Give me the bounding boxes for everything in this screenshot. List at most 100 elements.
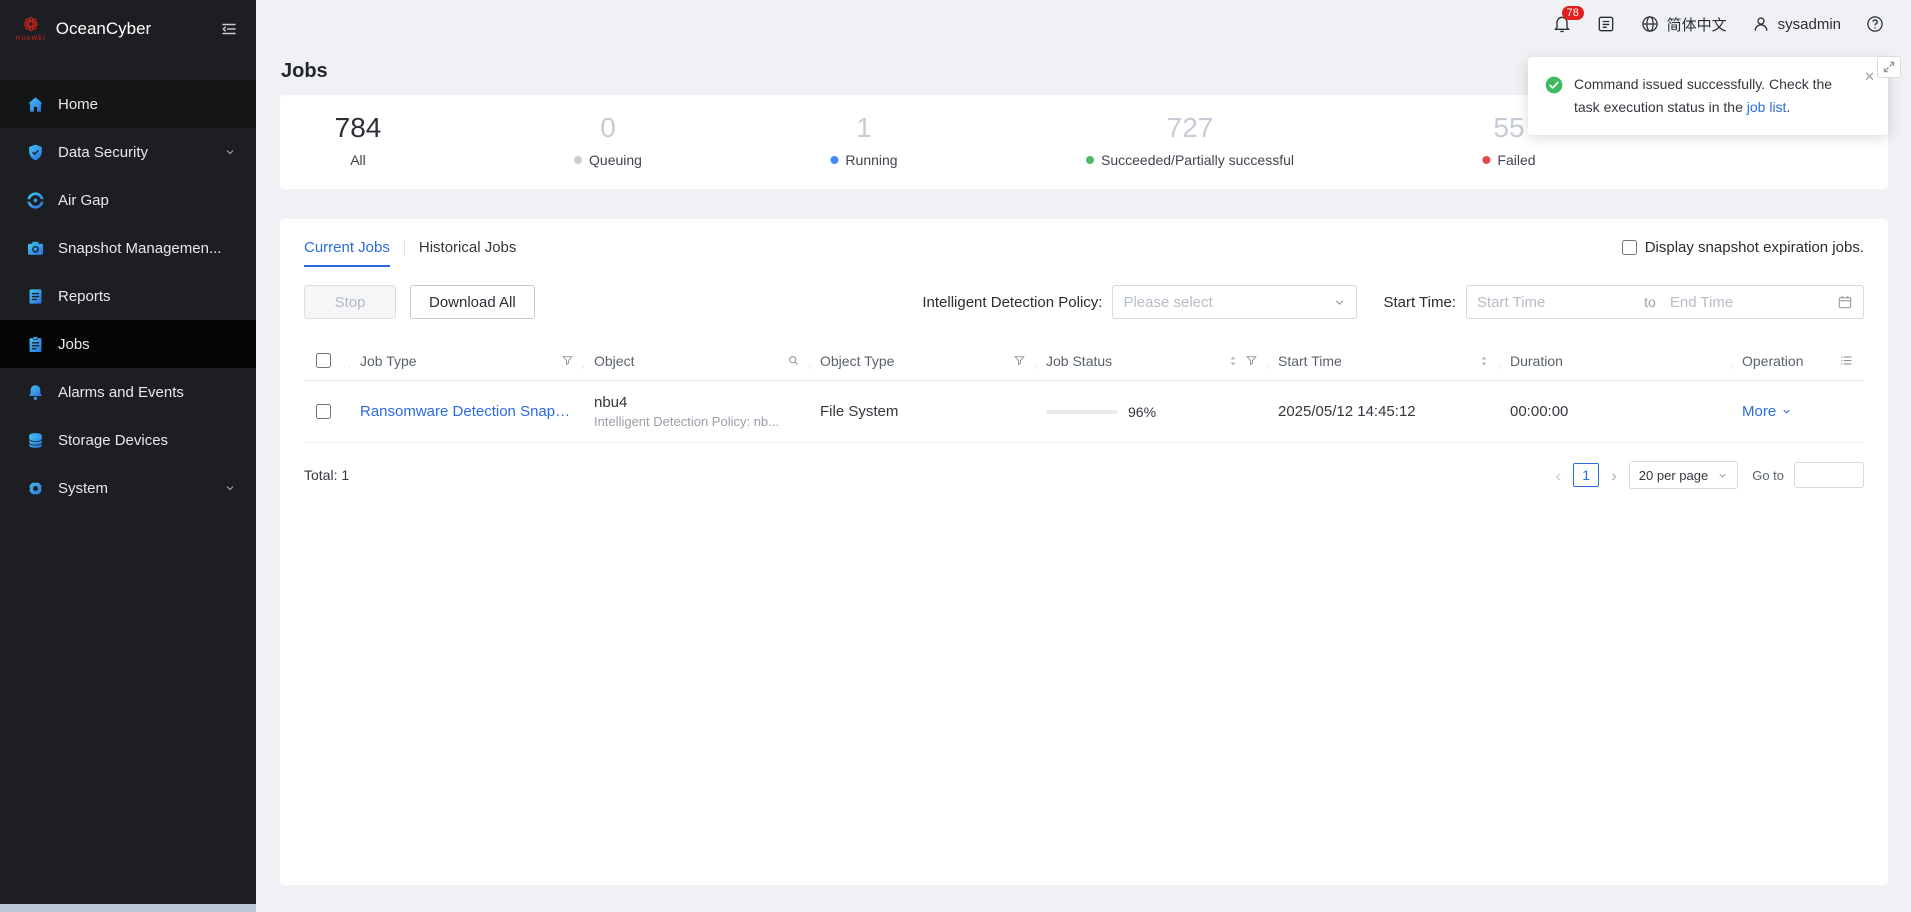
toast-close-icon[interactable]: ✕	[1864, 69, 1875, 85]
queuing-dot	[574, 156, 582, 164]
chevron-down-icon	[1333, 296, 1346, 309]
header-operation[interactable]: Operation	[1732, 353, 1864, 369]
progress-bar	[1046, 410, 1118, 414]
row-checkbox[interactable]	[316, 404, 331, 419]
help-button[interactable]	[1865, 14, 1885, 34]
sidebar: ❁ HUAWEI OceanCyber Home Data Security	[0, 0, 256, 912]
sidebar-scrollbar[interactable]	[0, 904, 256, 912]
end-time-input[interactable]: End Time	[1664, 294, 1829, 311]
row-select[interactable]	[304, 404, 350, 419]
job-list-link[interactable]: job list	[1747, 99, 1787, 115]
chevron-down-icon	[1717, 470, 1728, 481]
actions-row: Stop Download All Intelligent Detection …	[304, 285, 1864, 319]
sidebar-item-reports[interactable]: Reports	[0, 272, 256, 320]
progress-label: 96%	[1128, 404, 1156, 420]
document-icon	[1596, 14, 1616, 34]
next-page-button[interactable]: ›	[1609, 467, 1619, 484]
start-time-filter-label: Start Time:	[1383, 294, 1456, 311]
gear-icon	[26, 479, 45, 498]
app-title: OceanCyber	[56, 19, 151, 39]
table-row[interactable]: Ransomware Detection Snapsh... nbu4 Inte…	[304, 381, 1864, 443]
per-page-select[interactable]: 20 per page	[1629, 461, 1738, 489]
policy-select[interactable]: Please select	[1112, 285, 1357, 319]
chevron-down-icon	[1781, 406, 1792, 417]
shield-icon	[26, 143, 45, 162]
time-range-picker[interactable]: Start Time to End Time	[1466, 285, 1864, 319]
row-object: nbu4 Intelligent Detection Policy: nb...	[584, 394, 810, 429]
stat-succeeded[interactable]: 727 Succeeded/Partially successful	[1086, 111, 1294, 168]
sidebar-item-jobs[interactable]: Jobs	[0, 320, 256, 368]
header-duration[interactable]: Duration	[1500, 353, 1732, 369]
goto-page-input[interactable]	[1794, 462, 1864, 488]
stat-queuing[interactable]: 0 Queuing	[574, 111, 642, 168]
job-type-link[interactable]: Ransomware Detection Snapsh...	[360, 403, 574, 420]
air-gap-icon	[26, 191, 45, 210]
goto-label: Go to	[1752, 468, 1784, 483]
object-name: nbu4	[594, 394, 779, 411]
tab-historical-jobs[interactable]: Historical Jobs	[419, 239, 517, 265]
username: sysadmin	[1778, 16, 1841, 33]
start-time-input[interactable]: Start Time	[1477, 294, 1636, 311]
more-button[interactable]: More	[1742, 403, 1792, 420]
sidebar-item-alarms-and-events[interactable]: Alarms and Events	[0, 368, 256, 416]
stat-all[interactable]: 784 All	[335, 111, 382, 168]
jobs-table: Job Type Object Object Type Job Status S…	[304, 341, 1864, 443]
stat-running[interactable]: 1 Running	[830, 111, 897, 168]
globe-icon	[1640, 14, 1660, 34]
topbar: 78 简体中文 sysadmin	[256, 0, 1911, 48]
filters: Intelligent Detection Policy: Please sel…	[922, 285, 1864, 319]
jobs-icon	[26, 335, 45, 354]
notifications-button[interactable]: 78	[1552, 14, 1572, 34]
object-policy: Intelligent Detection Policy: nb...	[594, 414, 779, 429]
download-all-button[interactable]: Download All	[410, 285, 535, 319]
sidebar-item-storage-devices[interactable]: Storage Devices	[0, 416, 256, 464]
sidebar-collapse-icon[interactable]	[220, 20, 238, 38]
sidebar-item-air-gap[interactable]: Air Gap	[0, 176, 256, 224]
stop-button[interactable]: Stop	[304, 285, 396, 319]
column-settings-icon[interactable]	[1839, 353, 1854, 368]
toast-history-icon[interactable]	[1877, 56, 1901, 78]
tab-divider	[404, 241, 405, 256]
select-all-checkbox[interactable]	[316, 353, 331, 368]
header-job-status[interactable]: Job Status	[1036, 353, 1268, 369]
home-icon	[26, 95, 45, 114]
total-count: Total: 1	[304, 467, 349, 483]
display-snapshot-checkbox[interactable]	[1622, 240, 1637, 255]
failed-dot	[1482, 156, 1490, 164]
page-title: Jobs	[281, 60, 328, 83]
display-snapshot-toggle[interactable]: Display snapshot expiration jobs.	[1622, 239, 1864, 256]
header-select-all[interactable]	[304, 353, 350, 368]
filter-icon[interactable]	[1013, 354, 1026, 367]
pagination: Total: 1 ‹ 1 › 20 per page Go to	[304, 461, 1864, 489]
sidebar-item-home[interactable]: Home	[0, 80, 256, 128]
sidebar-item-system[interactable]: System	[0, 464, 256, 512]
report-icon	[26, 287, 45, 306]
header-object[interactable]: Object	[584, 353, 810, 369]
task-list-button[interactable]	[1596, 14, 1616, 34]
sidebar-item-data-security[interactable]: Data Security	[0, 128, 256, 176]
row-job-status: 96%	[1036, 404, 1268, 420]
sidebar-nav: Home Data Security Air Gap Snapshot Mana…	[0, 80, 256, 512]
row-job-type: Ransomware Detection Snapsh...	[350, 403, 584, 420]
row-start-time: 2025/05/12 14:45:12	[1268, 403, 1500, 420]
logo-row: ❁ HUAWEI OceanCyber	[0, 0, 256, 58]
row-operation: More	[1732, 403, 1864, 420]
filter-icon[interactable]	[1245, 354, 1258, 367]
search-icon[interactable]	[787, 354, 800, 367]
table-header: Job Type Object Object Type Job Status S…	[304, 341, 1864, 381]
notification-badge: 78	[1562, 6, 1584, 20]
header-start-time[interactable]: Start Time	[1268, 353, 1500, 369]
tab-current-jobs[interactable]: Current Jobs	[304, 239, 390, 267]
header-job-type[interactable]: Job Type	[350, 353, 584, 369]
huawei-logo-icon: ❁ HUAWEI	[16, 16, 46, 42]
page-number[interactable]: 1	[1573, 463, 1599, 487]
user-menu[interactable]: sysadmin	[1751, 14, 1841, 34]
header-object-type[interactable]: Object Type	[810, 353, 1036, 369]
filter-icon[interactable]	[561, 354, 574, 367]
sort-icon[interactable]	[1227, 354, 1239, 368]
sidebar-item-snapshot-management[interactable]: Snapshot Managemen...	[0, 224, 256, 272]
prev-page-button[interactable]: ‹	[1553, 467, 1563, 484]
language-switcher[interactable]: 简体中文	[1640, 14, 1727, 35]
sort-icon[interactable]	[1478, 354, 1490, 368]
chevron-down-icon	[224, 146, 236, 158]
